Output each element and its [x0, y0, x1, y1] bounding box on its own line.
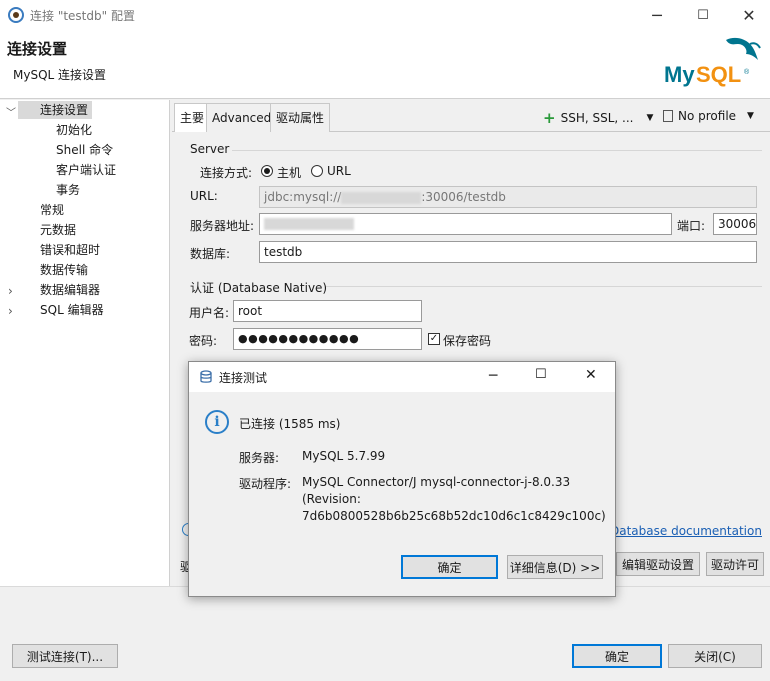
page-subtitle: MySQL 连接设置	[13, 68, 107, 82]
redacted-host	[341, 191, 422, 204]
dialog-minimize-button[interactable]: ─	[489, 368, 497, 384]
tree-item-connection-settings[interactable]: 连接设置	[18, 101, 92, 119]
tree-item-client-auth[interactable]: 客户端认证	[56, 161, 116, 179]
server-group-label: Server	[190, 142, 230, 156]
password-label: 密码:	[189, 334, 218, 348]
dialog-ok-button[interactable]: 确定	[401, 555, 498, 579]
connection-test-dialog: 连接测试 ─ ☐ ✕ i 已连接 (1585 ms) 服务器: MySQL 5.…	[188, 361, 616, 597]
group-divider	[232, 150, 762, 151]
radio-host[interactable]	[261, 165, 273, 177]
chevron-right-icon[interactable]: ›	[8, 284, 13, 298]
server-value: MySQL 5.7.99	[302, 449, 386, 463]
chevron-down-icon[interactable]: ﹀	[6, 104, 16, 119]
tree-item-errors-timeouts[interactable]: 错误和超时	[40, 241, 100, 259]
connection-status: 已连接 (1585 ms)	[239, 417, 341, 431]
tree-item-shell[interactable]: Shell 命令	[56, 141, 113, 159]
dialog-titlebar: 连接测试 ─ ☐ ✕	[189, 362, 615, 392]
radio-url[interactable]	[311, 165, 323, 177]
ssh-ssl-label: SSH, SSL, ...	[560, 111, 634, 125]
app-icon	[8, 7, 24, 23]
mysql-logo: My SQL ®	[664, 37, 761, 87]
dialog-close-button[interactable]: ✕	[585, 367, 597, 383]
database-icon	[200, 370, 212, 383]
page-title: 连接设置	[7, 40, 68, 58]
test-connection-button[interactable]: 测试连接(T)...	[12, 644, 118, 668]
close-button[interactable]: ✕	[726, 0, 770, 30]
svg-text:SQL: SQL	[696, 62, 741, 87]
tree-item-init[interactable]: 初始化	[56, 121, 92, 139]
connect-method-label: 连接方式:	[200, 166, 253, 180]
window-titlebar: 连接 "testdb" 配置 ─ ☐ ✕	[0, 0, 770, 30]
driver-value-line3: 7d6b0800528b6b25c68b52dc10d6c1c8429c100c…	[302, 509, 606, 523]
url-prefix: jdbc:mysql://	[264, 190, 342, 204]
tree-item-transactions[interactable]: 事务	[56, 181, 80, 199]
host-input[interactable]	[259, 213, 672, 235]
database-input[interactable]: testdb	[259, 241, 757, 263]
port-label: 端口:	[677, 219, 706, 233]
server-label: 服务器:	[239, 451, 280, 465]
redacted-host	[264, 218, 354, 230]
window-title: 连接 "testdb" 配置	[30, 9, 135, 23]
ok-button[interactable]: 确定	[572, 644, 662, 668]
minimize-button[interactable]: ─	[634, 0, 680, 30]
tab-main[interactable]: 主要	[174, 103, 211, 133]
caret-down-icon: ▼	[646, 113, 654, 123]
radio-url-label: URL	[327, 164, 351, 178]
dialog-maximize-button[interactable]: ☐	[535, 367, 547, 382]
tree-item-data-transfer[interactable]: 数据传输	[40, 261, 88, 279]
port-input[interactable]: 30006	[713, 213, 757, 235]
profile-label: No profile	[678, 109, 737, 123]
page-header	[0, 30, 770, 99]
save-password-label: 保存密码	[443, 334, 492, 348]
tab-driver-properties[interactable]: 驱动属性	[270, 103, 331, 132]
plus-icon: +	[543, 109, 556, 127]
chevron-right-icon[interactable]: ›	[8, 304, 13, 318]
dialog-title: 连接测试	[219, 371, 268, 385]
maximize-button[interactable]: ☐	[680, 0, 726, 30]
database-label: 数据库:	[190, 247, 231, 261]
caret-down-icon: ▼	[747, 111, 754, 121]
url-field: jdbc:mysql:// :30006/testdb	[259, 186, 757, 208]
password-input[interactable]: ●●●●●●●●●●●●	[233, 328, 422, 350]
tree-item-metadata[interactable]: 元数据	[40, 221, 76, 239]
url-label: URL:	[190, 189, 218, 203]
profile-dropdown[interactable]: No profile ▼	[663, 109, 754, 123]
host-label: 服务器地址:	[190, 219, 255, 233]
group-divider	[326, 286, 762, 287]
settings-tree: ﹀ 连接设置 初始化 Shell 命令 客户端认证 事务 常规 元数据 错误和超…	[0, 100, 170, 586]
document-icon	[663, 110, 673, 122]
details-button[interactable]: 详细信息(D) >>	[507, 555, 603, 579]
svg-text:My: My	[664, 62, 695, 87]
tab-advanced[interactable]: Advanced	[206, 103, 278, 132]
driver-value-line2: (Revision:	[302, 492, 361, 506]
save-password-checkbox[interactable]: ✓	[428, 333, 440, 345]
edit-driver-button[interactable]: 编辑驱动设置	[616, 552, 700, 576]
tree-item-sql-editor[interactable]: SQL 编辑器	[40, 301, 104, 319]
driver-license-button[interactable]: 驱动许可	[706, 552, 764, 576]
radio-host-label: 主机	[277, 166, 302, 180]
driver-label: 驱动程序:	[239, 477, 292, 491]
username-input[interactable]: root	[233, 300, 422, 322]
ssh-ssl-dropdown[interactable]: + SSH, SSL, ... ▼	[543, 109, 653, 127]
username-label: 用户名:	[189, 306, 230, 320]
url-suffix: :30006/testdb	[421, 190, 506, 204]
database-documentation-link[interactable]: Database documentation	[610, 524, 762, 538]
driver-value-line1: MySQL Connector/J mysql-connector-j-8.0.…	[302, 475, 571, 489]
tree-item-data-editor[interactable]: 数据编辑器	[40, 281, 100, 299]
auth-group-label: 认证 (Database Native)	[190, 281, 328, 295]
svg-text:®: ®	[744, 68, 750, 76]
info-icon: i	[205, 410, 229, 434]
tree-item-general[interactable]: 常规	[40, 201, 64, 219]
close-dialog-button[interactable]: 关闭(C)	[668, 644, 762, 668]
